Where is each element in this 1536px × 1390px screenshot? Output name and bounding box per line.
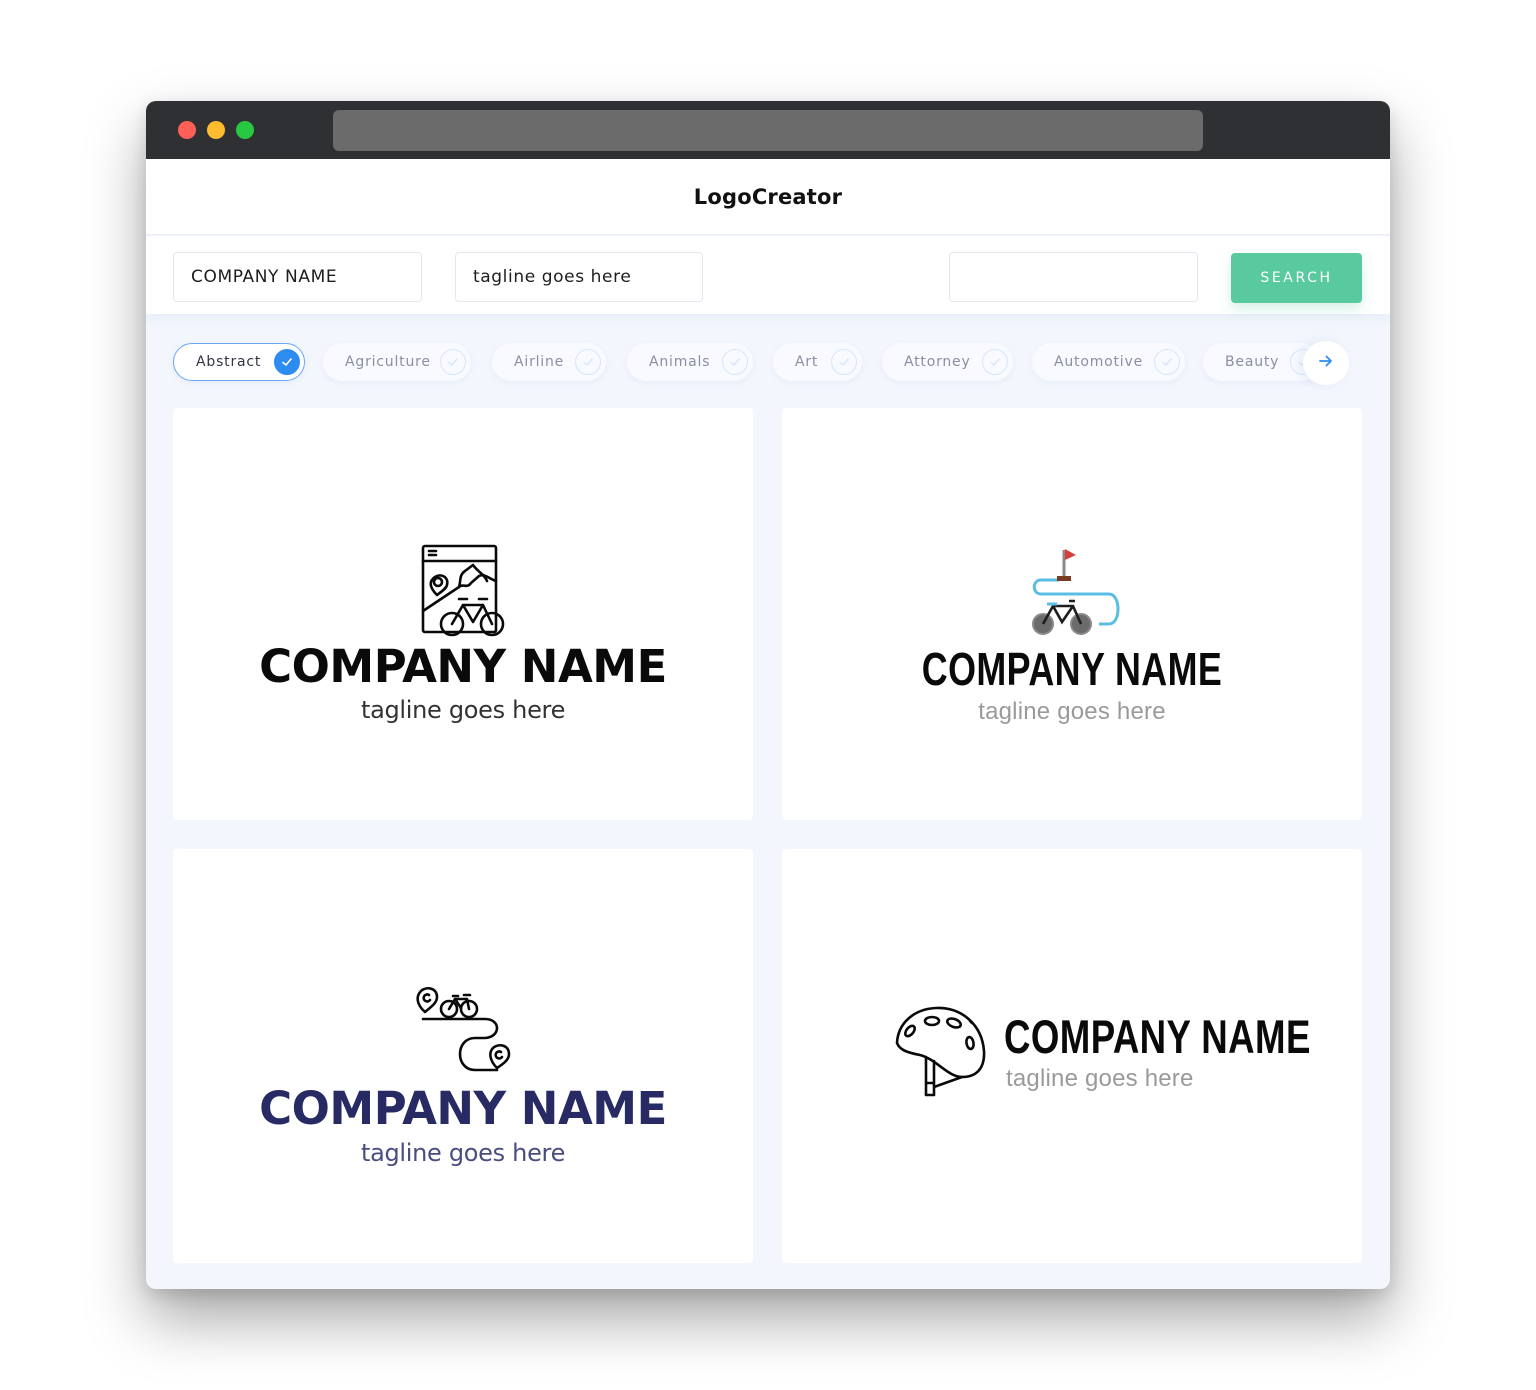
map-bicycle-icon (419, 543, 509, 644)
check-icon (1154, 349, 1180, 375)
check-icon (722, 349, 748, 375)
arrow-right-icon (1318, 354, 1334, 373)
minimize-window-button[interactable] (207, 121, 225, 139)
bicycle-path-pins-icon (413, 982, 513, 1087)
app-header: LogoCreator (146, 159, 1390, 235)
category-label: Airline (514, 354, 565, 370)
logo-company-name: COMPANY NAME (1004, 1010, 1311, 1063)
category-chip-agriculture[interactable]: Agriculture (323, 343, 471, 381)
bicycle-route-flag-icon (1025, 544, 1121, 641)
logo-card[interactable]: COMPANY NAME tagline goes here (173, 849, 753, 1263)
logo-card[interactable]: COMPANY NAME tagline goes here (173, 408, 753, 820)
logo-company-name: COMPANY NAME (259, 640, 667, 693)
keyword-input[interactable] (949, 252, 1198, 302)
category-label: Beauty (1225, 354, 1280, 370)
category-chip-art[interactable]: Art (773, 343, 862, 381)
check-icon (440, 349, 466, 375)
category-filter-bar: Abstract Agriculture Airline Animals Art (146, 341, 1390, 385)
tagline-input[interactable]: tagline goes here (455, 252, 703, 302)
category-label: Abstract (196, 354, 262, 370)
category-label: Attorney (904, 354, 971, 370)
logo-tagline: tagline goes here (1006, 1065, 1194, 1092)
category-chip-airline[interactable]: Airline (492, 343, 606, 381)
bike-helmet-icon (892, 1003, 992, 1108)
category-label: Agriculture (345, 354, 431, 370)
address-bar[interactable] (333, 110, 1203, 151)
maximize-window-button[interactable] (236, 121, 254, 139)
logo-card[interactable]: COMPANY NAME tagline goes here (782, 408, 1362, 820)
category-chip-abstract[interactable]: Abstract (173, 343, 305, 381)
company-name-input[interactable]: COMPANY NAME (173, 252, 422, 302)
category-label: Art (795, 354, 819, 370)
search-button[interactable]: SEARCH (1231, 253, 1362, 303)
logo-tagline: tagline goes here (978, 698, 1166, 725)
category-label: Automotive (1054, 354, 1143, 370)
category-label: Animals (649, 354, 711, 370)
next-categories-button[interactable] (1303, 341, 1349, 385)
check-icon (274, 349, 300, 375)
close-window-button[interactable] (178, 121, 196, 139)
browser-window: LogoCreator COMPANY NAME tagline goes he… (146, 101, 1390, 1289)
search-bar: COMPANY NAME tagline goes here SEARCH (146, 236, 1390, 314)
logo-company-name: COMPANY NAME (259, 1082, 667, 1135)
logo-tagline: tagline goes here (360, 696, 566, 724)
category-chip-attorney[interactable]: Attorney (882, 343, 1013, 381)
check-icon (575, 349, 601, 375)
logo-company-name: COMPANY NAME (921, 643, 1223, 695)
check-icon (982, 349, 1008, 375)
logo-card[interactable]: COMPANY NAME tagline goes here (782, 849, 1362, 1263)
category-chip-automotive[interactable]: Automotive (1032, 343, 1185, 381)
check-icon (831, 349, 857, 375)
brand-logo[interactable]: LogoCreator (694, 185, 842, 209)
title-bar (146, 101, 1390, 159)
logo-tagline: tagline goes here (360, 1139, 566, 1167)
category-chip-animals[interactable]: Animals (627, 343, 753, 381)
